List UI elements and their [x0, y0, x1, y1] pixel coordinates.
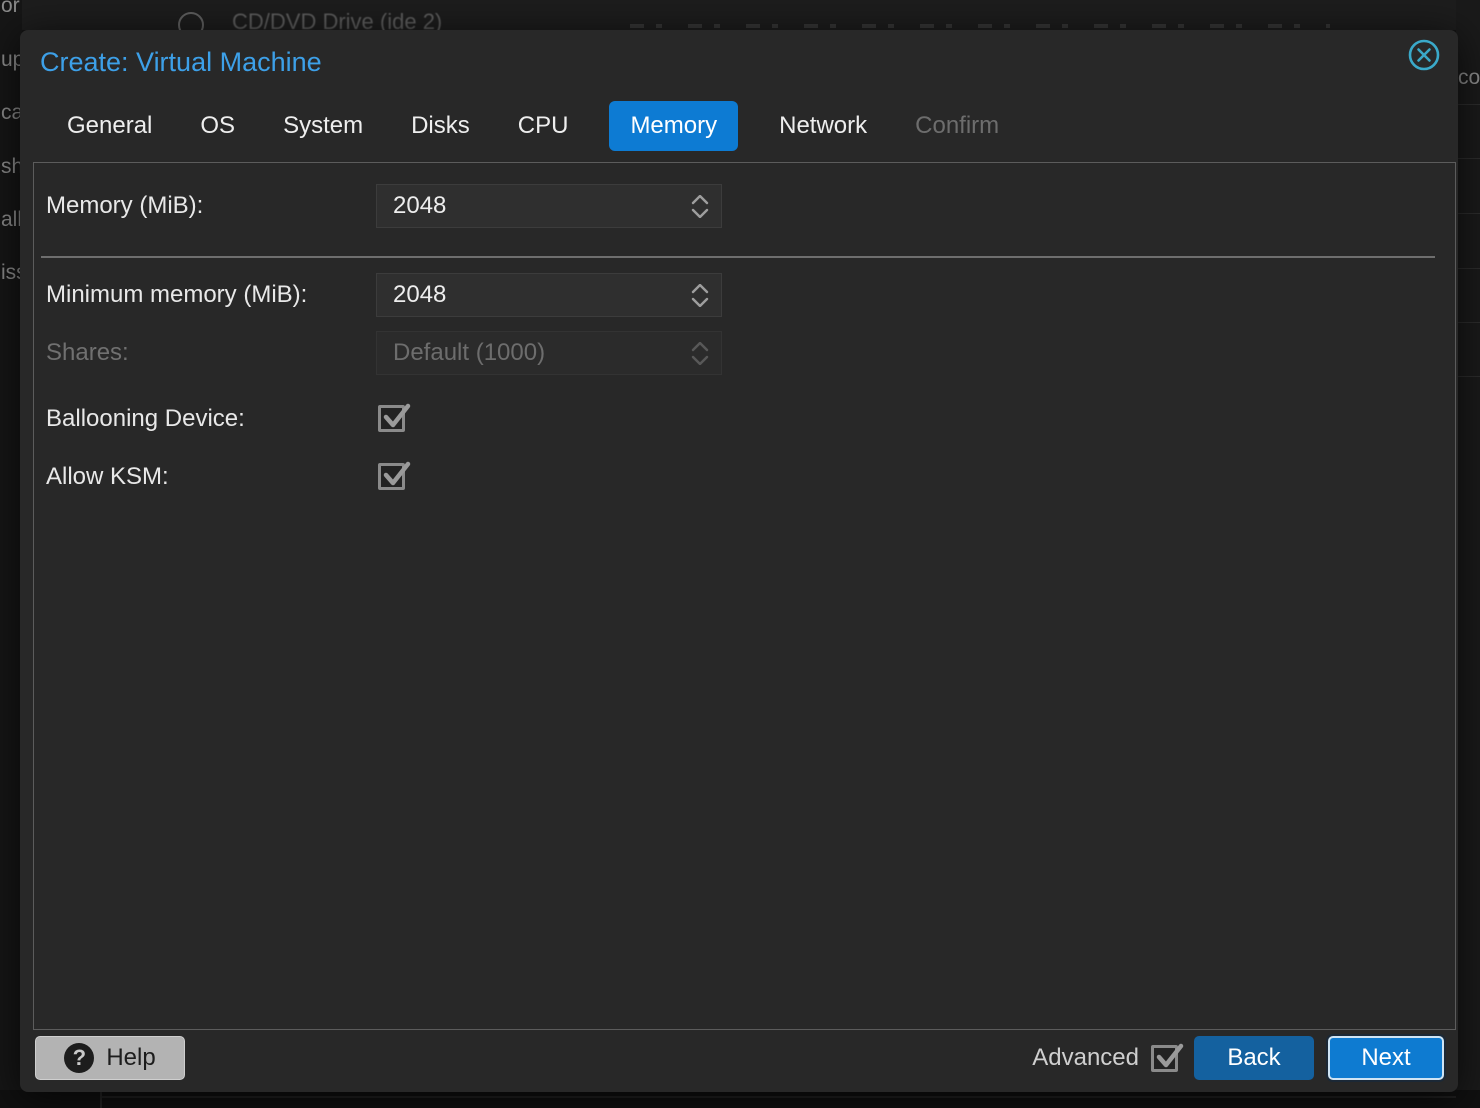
memory-row: Memory (MiB): 2048: [34, 184, 1455, 228]
help-button[interactable]: ? Help: [35, 1036, 185, 1080]
min-memory-label: Minimum memory (MiB):: [46, 281, 307, 309]
background-sidebar-edge: or up ca sh all iss: [0, 0, 22, 1108]
background-row-clipped-text: [630, 24, 1330, 28]
next-button[interactable]: Next: [1328, 1036, 1444, 1080]
min-memory-row: Minimum memory (MiB): 2048: [34, 273, 1455, 317]
ballooning-label: Ballooning Device:: [46, 405, 245, 433]
min-memory-spinner[interactable]: 2048: [376, 273, 722, 317]
background-table-edge: co: [1456, 0, 1480, 1108]
section-divider: [41, 256, 1435, 258]
tab-disks[interactable]: Disks: [404, 112, 477, 140]
background-hardware-row: CD/DVD Drive (ide 2): [20, 0, 1480, 30]
create-vm-dialog: Create: Virtual Machine General OS Syste…: [20, 30, 1458, 1092]
spinner-arrows-icon[interactable]: [679, 195, 721, 218]
tab-general[interactable]: General: [60, 112, 159, 140]
table-fragment: co: [1458, 66, 1480, 90]
tab-system[interactable]: System: [276, 112, 370, 140]
memory-tab-panel: Memory (MiB): 2048 Minimum memory (MiB):…: [33, 162, 1456, 1030]
shares-label: Shares:: [46, 339, 129, 367]
min-memory-value[interactable]: 2048: [377, 281, 679, 309]
background-row-text: CD/DVD Drive (ide 2): [232, 9, 442, 30]
dialog-footer: ? Help Advanced Back Next: [20, 1030, 1458, 1092]
tab-cpu[interactable]: CPU: [511, 112, 576, 140]
spinner-arrows-icon: [679, 342, 721, 365]
screen: CD/DVD Drive (ide 2) or up ca sh all iss…: [0, 0, 1480, 1108]
sidebar-fragment: or: [1, 0, 20, 18]
memory-label: Memory (MiB):: [46, 192, 203, 220]
help-button-label: Help: [106, 1044, 155, 1072]
spinner-arrows-icon[interactable]: [679, 284, 721, 307]
ballooning-row: Ballooning Device:: [34, 397, 1455, 441]
memory-value[interactable]: 2048: [377, 192, 679, 220]
ksm-checkbox[interactable]: [378, 463, 405, 490]
tab-memory[interactable]: Memory: [609, 101, 738, 151]
background-bottom-edge: [0, 1090, 1480, 1108]
close-icon[interactable]: [1406, 37, 1442, 73]
ksm-row: Allow KSM:: [34, 455, 1455, 499]
tab-os[interactable]: OS: [193, 112, 242, 140]
memory-spinner[interactable]: 2048: [376, 184, 722, 228]
wizard-tabbar: General OS System Disks CPU Memory Netwo…: [60, 100, 1006, 152]
sidebar-fragment: all: [1, 208, 22, 232]
shares-spinner: Default (1000): [376, 331, 722, 375]
advanced-checkbox[interactable]: [1151, 1045, 1178, 1072]
dialog-title: Create: Virtual Machine: [40, 47, 322, 78]
shares-row: Shares: Default (1000): [34, 331, 1455, 375]
question-circle-icon: ?: [64, 1043, 94, 1073]
tab-confirm: Confirm: [908, 112, 1006, 140]
ksm-label: Allow KSM:: [46, 463, 169, 491]
shares-value: Default (1000): [377, 339, 679, 367]
back-button[interactable]: Back: [1194, 1036, 1314, 1080]
radio-circle-icon: [178, 12, 204, 30]
tab-network[interactable]: Network: [772, 112, 874, 140]
advanced-label: Advanced: [1032, 1044, 1139, 1072]
ballooning-checkbox[interactable]: [378, 405, 405, 432]
footer-actions: Advanced Back Next: [1032, 1036, 1444, 1080]
